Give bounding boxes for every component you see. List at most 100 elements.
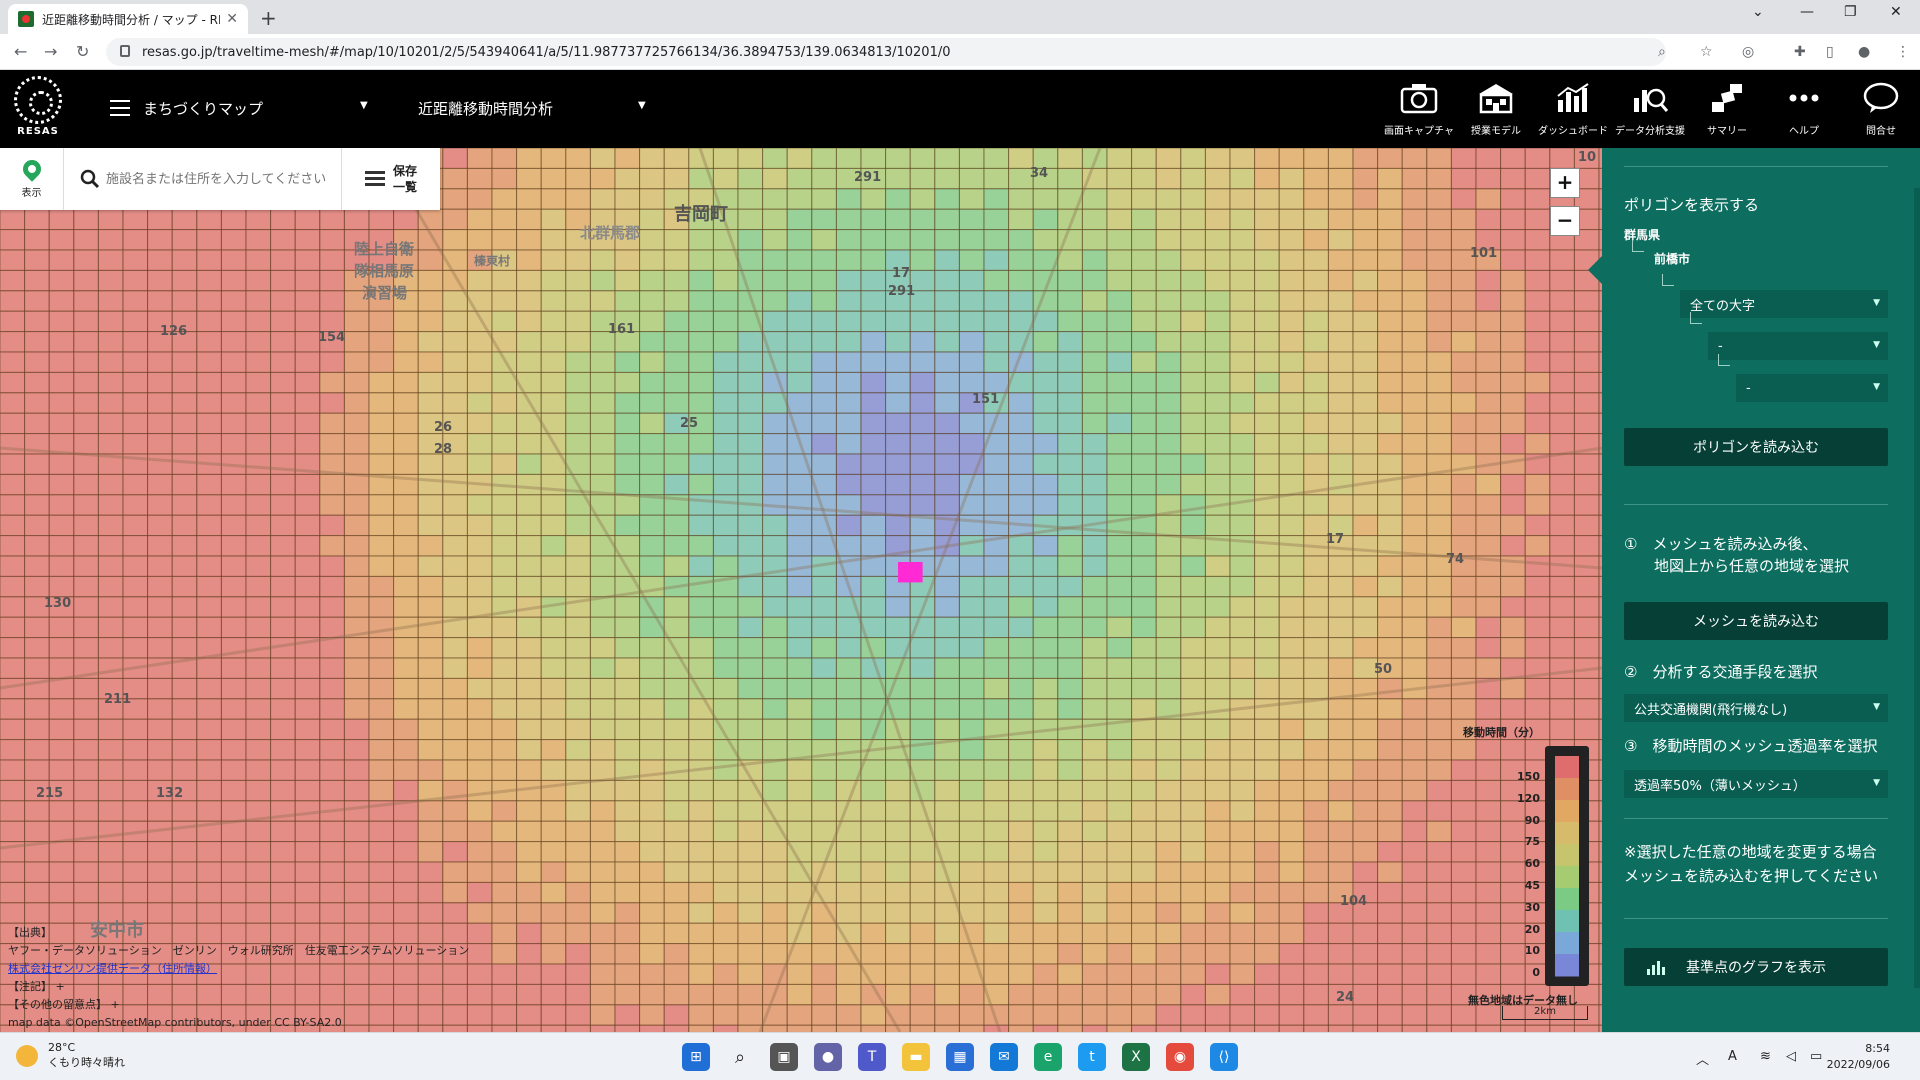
mesh-cell[interactable] [1401, 290, 1428, 312]
mesh-cell[interactable] [97, 494, 124, 516]
mesh-cell[interactable] [466, 351, 493, 373]
mesh-cell[interactable] [516, 657, 542, 679]
mesh-cell[interactable] [442, 555, 468, 577]
mesh-cell[interactable] [1008, 229, 1034, 251]
mesh-cell[interactable] [24, 555, 50, 577]
mesh-cell[interactable] [1057, 412, 1083, 435]
mesh-cell[interactable] [688, 371, 714, 394]
mesh-cell[interactable] [1155, 371, 1182, 394]
mesh-cell[interactable] [589, 963, 616, 985]
mesh-cell[interactable] [983, 739, 1010, 761]
mesh-cell[interactable] [1500, 555, 1526, 577]
mesh-cell[interactable] [712, 351, 739, 373]
mesh-cell[interactable] [1377, 943, 1403, 965]
mesh-cell[interactable] [1155, 779, 1182, 802]
mesh-cell[interactable] [1204, 1024, 1231, 1032]
mesh-cell[interactable] [983, 473, 1010, 496]
mesh-cell[interactable] [516, 371, 542, 394]
mesh-cell[interactable] [48, 820, 75, 843]
mesh-cell[interactable] [294, 841, 321, 863]
mesh-cell[interactable] [1180, 963, 1206, 985]
mesh-cell[interactable] [762, 861, 788, 883]
mesh-cell[interactable] [762, 249, 788, 271]
mesh-cell[interactable] [393, 453, 419, 475]
mesh-cell[interactable] [1278, 188, 1305, 210]
mesh-cell[interactable] [712, 841, 739, 863]
mesh-cell[interactable] [147, 902, 173, 924]
mesh-cell[interactable] [122, 739, 149, 761]
mesh-cell[interactable] [1155, 902, 1182, 924]
mesh-cell[interactable] [24, 902, 50, 924]
mesh-cell[interactable] [319, 535, 345, 557]
resas-logo[interactable]: RESAS [10, 76, 66, 142]
mesh-cell[interactable] [688, 657, 714, 679]
mesh-cell[interactable] [1254, 841, 1280, 863]
mesh-cell[interactable] [1081, 677, 1108, 700]
mesh-cell[interactable] [688, 820, 714, 843]
mesh-cell[interactable] [466, 575, 493, 598]
mesh-cell[interactable] [1008, 718, 1034, 741]
mesh-cell[interactable] [294, 575, 321, 598]
mesh-cell[interactable] [860, 514, 887, 537]
mesh-cell[interactable] [24, 208, 50, 231]
mesh-cell[interactable] [712, 657, 739, 679]
mesh-cell[interactable] [1549, 616, 1575, 639]
mesh-cell[interactable] [343, 739, 370, 761]
mesh-cell[interactable] [442, 494, 468, 516]
mesh-cell[interactable] [196, 208, 222, 231]
mesh-cell[interactable] [589, 249, 616, 271]
mesh-cell[interactable] [1081, 575, 1108, 598]
mesh-cell[interactable] [24, 739, 50, 761]
mesh-cell[interactable] [417, 596, 444, 618]
mesh-cell[interactable] [1524, 290, 1551, 312]
mesh-cell[interactable] [614, 922, 641, 945]
mesh-cell[interactable] [1254, 902, 1280, 924]
mesh-cell[interactable] [417, 331, 444, 353]
mesh-cell[interactable] [1032, 433, 1059, 455]
mesh-cell[interactable] [712, 269, 739, 292]
mesh-cell[interactable] [393, 514, 419, 537]
mesh-cell[interactable] [516, 148, 542, 169]
mesh-cell[interactable] [1032, 392, 1059, 414]
mesh-cell[interactable] [1524, 575, 1551, 598]
mesh-cell[interactable] [0, 718, 26, 741]
mesh-cell[interactable] [0, 800, 26, 822]
mesh-cell[interactable] [442, 229, 468, 251]
chevron-down-icon[interactable]: ▼ [638, 100, 646, 111]
mesh-cell[interactable] [245, 514, 272, 537]
mesh-cell[interactable] [1204, 841, 1231, 863]
mesh-cell[interactable] [343, 535, 370, 557]
mesh-cell[interactable] [220, 616, 247, 639]
mesh-cell[interactable] [1500, 290, 1526, 312]
mesh-cell[interactable] [639, 943, 665, 965]
mesh-cell[interactable] [835, 392, 862, 414]
mesh-cell[interactable] [565, 616, 591, 639]
mesh-cell[interactable] [934, 596, 960, 618]
mesh-cell[interactable] [1303, 249, 1329, 271]
mesh-cell[interactable] [73, 779, 99, 802]
mesh-cell[interactable] [1426, 310, 1452, 333]
mesh-cell[interactable] [1254, 616, 1280, 639]
mesh-cell[interactable] [319, 392, 345, 414]
mesh-cell[interactable] [245, 433, 272, 455]
mesh-cell[interactable] [909, 1024, 936, 1032]
mesh-cell[interactable] [171, 555, 198, 577]
mesh-cell[interactable] [958, 371, 985, 394]
mesh-cell[interactable] [1377, 800, 1403, 822]
mesh-cell[interactable] [639, 820, 665, 843]
mesh-cell[interactable] [712, 943, 739, 965]
mesh-cell[interactable] [368, 841, 395, 863]
mesh-cell[interactable] [737, 943, 764, 965]
mesh-cell[interactable] [294, 759, 321, 781]
mesh-cell[interactable] [417, 269, 444, 292]
mesh-cell[interactable] [1081, 1004, 1108, 1026]
mesh-cell[interactable] [1229, 208, 1256, 231]
mesh-cell[interactable] [122, 290, 149, 312]
mesh-cell[interactable] [393, 208, 419, 231]
mesh-cell[interactable] [1180, 779, 1206, 802]
mesh-cell[interactable] [860, 861, 887, 883]
mesh-cell[interactable] [983, 555, 1010, 577]
mesh-cell[interactable] [811, 188, 837, 210]
mesh-cell[interactable] [1450, 759, 1477, 781]
mesh-cell[interactable] [245, 453, 272, 475]
